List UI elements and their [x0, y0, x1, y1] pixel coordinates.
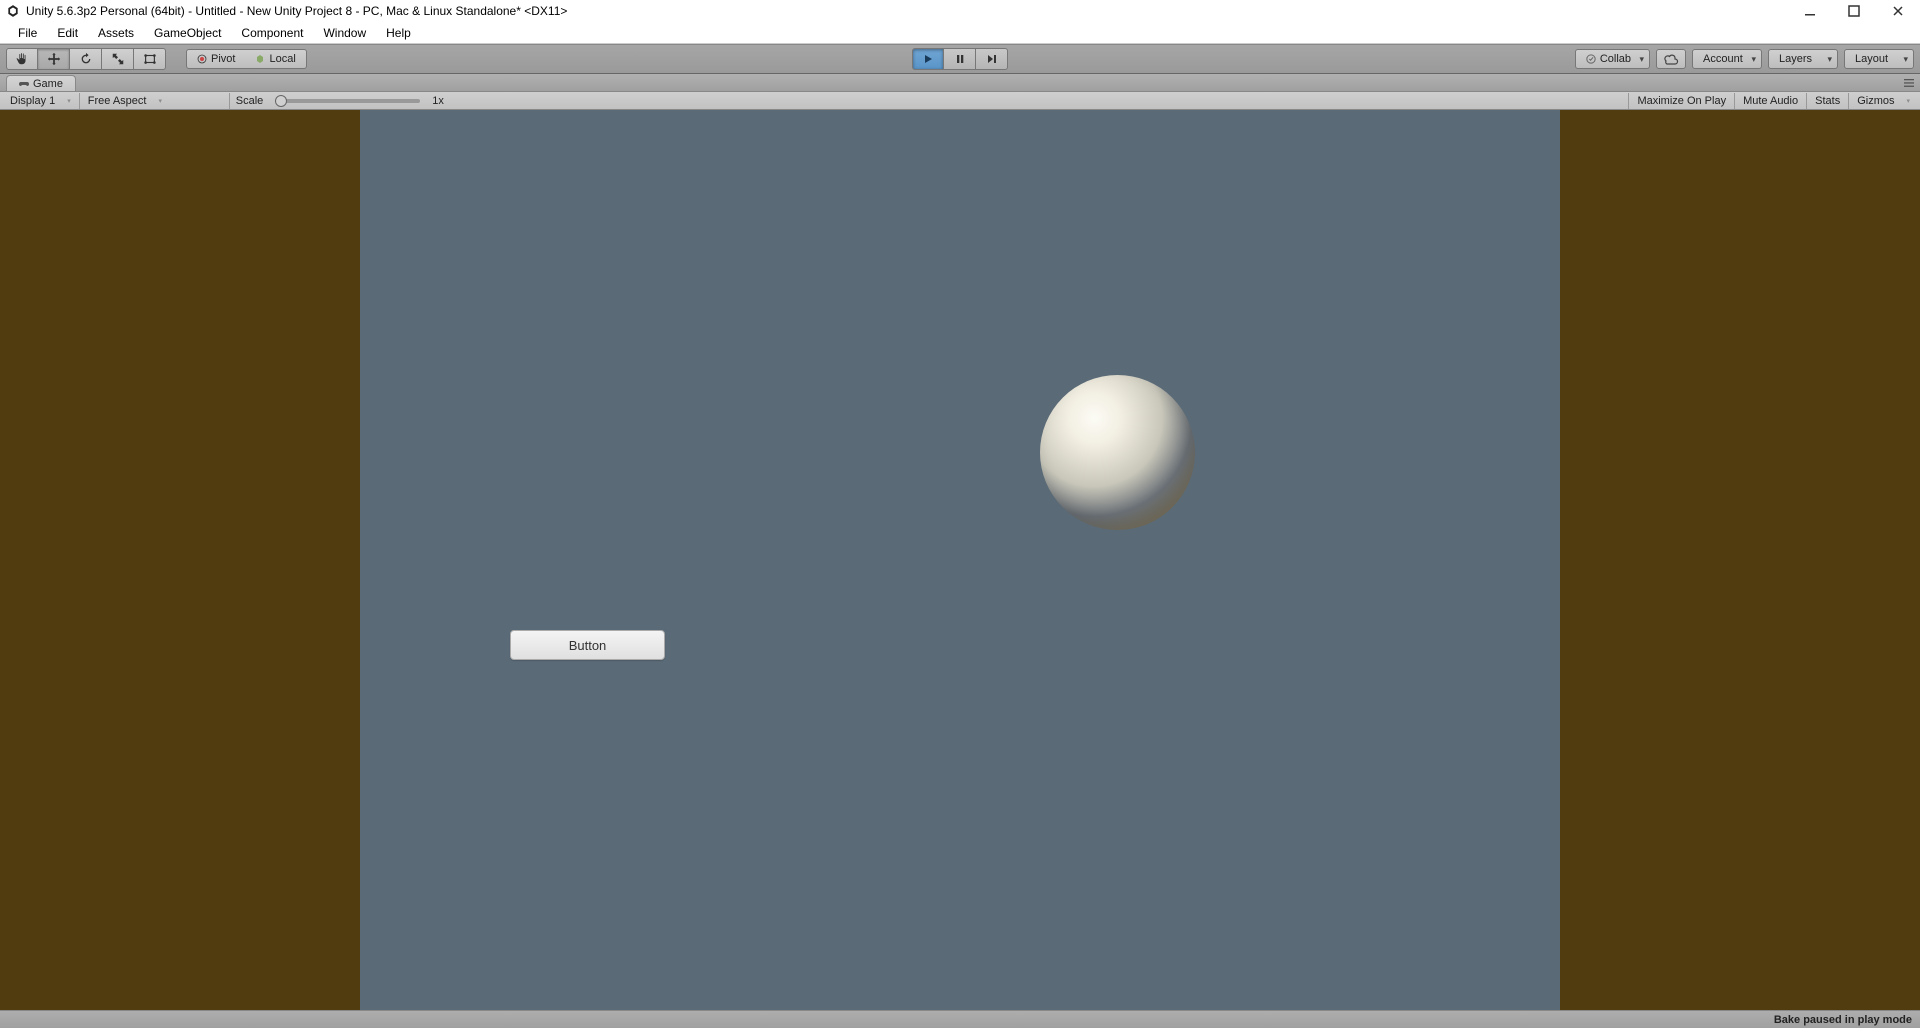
local-label: Local	[269, 53, 295, 65]
menu-edit[interactable]: Edit	[47, 24, 88, 42]
account-dropdown[interactable]: Account	[1692, 49, 1762, 69]
hand-tool-button[interactable]	[6, 48, 38, 70]
collab-label: Collab	[1600, 53, 1631, 65]
scale-tool-button[interactable]	[102, 48, 134, 70]
rect-tool-button[interactable]	[134, 48, 166, 70]
scene-ui-button[interactable]: Button	[510, 630, 665, 660]
window-titlebar: Unity 5.6.3p2 Personal (64bit) - Untitle…	[0, 0, 1920, 22]
menu-help[interactable]: Help	[376, 24, 421, 42]
main-toolbar: Pivot Local Collab Account Layers	[0, 44, 1920, 74]
pause-button[interactable]	[944, 48, 976, 70]
maximize-on-play-toggle[interactable]: Maximize On Play	[1628, 93, 1734, 109]
local-toggle[interactable]: Local	[245, 49, 306, 69]
status-bar: Bake paused in play mode	[0, 1010, 1920, 1028]
display-dropdown[interactable]: Display 1	[2, 93, 80, 109]
status-message: Bake paused in play mode	[1774, 1014, 1920, 1026]
unity-logo-icon	[6, 4, 20, 18]
scene-sphere	[1040, 375, 1195, 530]
rotate-tool-button[interactable]	[70, 48, 102, 70]
maximize-label: Maximize On Play	[1637, 95, 1726, 107]
panel-options-button[interactable]	[1902, 76, 1916, 90]
layers-dropdown[interactable]: Layers	[1768, 49, 1838, 69]
gizmos-label: Gizmos	[1857, 95, 1894, 107]
mute-label: Mute Audio	[1743, 95, 1798, 107]
menubar: File Edit Assets GameObject Component Wi…	[0, 22, 1920, 44]
mute-audio-toggle[interactable]: Mute Audio	[1734, 93, 1806, 109]
step-button[interactable]	[976, 48, 1008, 70]
aspect-dropdown[interactable]: Free Aspect	[80, 93, 230, 109]
scale-value: 1x	[426, 95, 450, 107]
window-maximize-button[interactable]	[1844, 1, 1864, 21]
panel-tab-bar: Game	[0, 74, 1920, 92]
menu-component[interactable]: Component	[231, 24, 313, 42]
stats-toggle[interactable]: Stats	[1806, 93, 1848, 109]
game-viewport[interactable]: Button	[360, 110, 1560, 1010]
tab-game-label: Game	[33, 78, 63, 90]
layout-label: Layout	[1855, 53, 1888, 65]
window-title: Unity 5.6.3p2 Personal (64bit) - Untitle…	[26, 4, 1800, 18]
move-tool-button[interactable]	[38, 48, 70, 70]
menu-window[interactable]: Window	[313, 24, 376, 42]
menu-assets[interactable]: Assets	[88, 24, 144, 42]
game-toolbar: Display 1 Free Aspect Scale 1x Maximize …	[0, 92, 1920, 110]
play-button[interactable]	[912, 48, 944, 70]
aspect-label: Free Aspect	[88, 95, 147, 107]
scale-slider-thumb[interactable]	[275, 95, 287, 107]
display-label: Display 1	[10, 95, 55, 107]
cloud-button[interactable]	[1656, 49, 1686, 69]
window-minimize-button[interactable]	[1800, 1, 1820, 21]
scale-label: Scale	[230, 95, 270, 107]
scale-slider[interactable]	[275, 99, 420, 103]
play-controls	[912, 48, 1008, 70]
transform-tools	[6, 48, 166, 70]
pivot-local-toggles: Pivot Local	[186, 49, 307, 69]
gizmos-dropdown[interactable]: Gizmos	[1848, 93, 1918, 109]
pivot-label: Pivot	[211, 53, 235, 65]
layout-dropdown[interactable]: Layout	[1844, 49, 1914, 69]
game-viewport-wrapper: Button	[0, 110, 1920, 1010]
scene-ui-button-label: Button	[569, 638, 607, 653]
menu-gameobject[interactable]: GameObject	[144, 24, 231, 42]
layers-label: Layers	[1779, 53, 1812, 65]
account-label: Account	[1703, 53, 1743, 65]
tab-game[interactable]: Game	[6, 75, 76, 91]
stats-label: Stats	[1815, 95, 1840, 107]
collab-dropdown[interactable]: Collab	[1575, 49, 1650, 69]
pivot-toggle[interactable]: Pivot	[186, 49, 246, 69]
window-close-button[interactable]	[1888, 1, 1908, 21]
game-tab-icon	[19, 79, 29, 89]
menu-file[interactable]: File	[8, 24, 47, 42]
